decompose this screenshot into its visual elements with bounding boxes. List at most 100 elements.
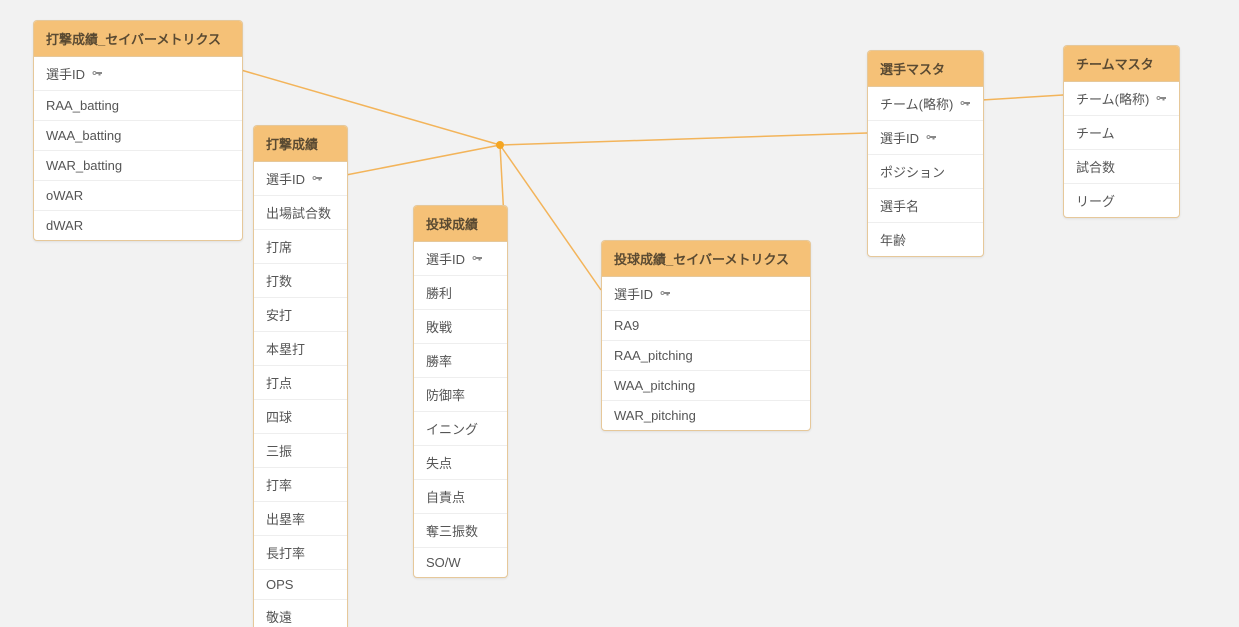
- table-header[interactable]: 選手マスタ: [868, 51, 983, 87]
- table-header[interactable]: 投球成績_セイバーメトリクス: [602, 241, 810, 277]
- column-label: 選手ID: [614, 284, 653, 303]
- column-row[interactable]: WAA_batting: [34, 120, 242, 150]
- table-batting-saber[interactable]: 打撃成績_セイバーメトリクス 選手ID RAA_batting WAA_battin…: [33, 20, 243, 241]
- column-row[interactable]: WAR_batting: [34, 150, 242, 180]
- column-label: OPS: [266, 577, 293, 592]
- column-row[interactable]: イニング: [414, 411, 507, 445]
- column-row[interactable]: 選手名: [868, 188, 983, 222]
- column-label: 三振: [266, 441, 292, 460]
- column-row[interactable]: 打数: [254, 263, 347, 297]
- column-label: 試合数: [1076, 157, 1115, 176]
- column-row[interactable]: 敬遠: [254, 599, 347, 627]
- table-team-master[interactable]: チームマスタ チーム(略称) チーム試合数リーグ: [1063, 45, 1180, 218]
- column-row[interactable]: 打席: [254, 229, 347, 263]
- column-row[interactable]: 出塁率: [254, 501, 347, 535]
- column-label: 四球: [266, 407, 292, 426]
- column-row[interactable]: チーム(略称): [1064, 82, 1179, 115]
- column-row[interactable]: 選手ID: [34, 57, 242, 90]
- column-label: 打席: [266, 237, 292, 256]
- column-label: WAR_batting: [46, 158, 122, 173]
- column-row[interactable]: 安打: [254, 297, 347, 331]
- column-row[interactable]: 勝率: [414, 343, 507, 377]
- column-label: RA9: [614, 318, 639, 333]
- column-row[interactable]: RA9: [602, 310, 810, 340]
- column-label: 選手ID: [426, 249, 465, 268]
- column-label: RAA_pitching: [614, 348, 693, 363]
- column-row[interactable]: 打点: [254, 365, 347, 399]
- column-row[interactable]: 試合数: [1064, 149, 1179, 183]
- column-row[interactable]: 選手ID: [868, 120, 983, 154]
- diagram-canvas[interactable]: 打撃成績_セイバーメトリクス 選手ID RAA_batting WAA_battin…: [0, 0, 1239, 627]
- column-label: 出塁率: [266, 509, 305, 528]
- column-label: 防御率: [426, 385, 465, 404]
- table-batting[interactable]: 打撃成績 選手ID出場試合数打席打数安打本塁打打点四球三振打率出塁率長打率 OPS…: [253, 125, 348, 627]
- key-icon: [659, 288, 671, 300]
- column-label: 選手名: [880, 196, 919, 215]
- table-pitching[interactable]: 投球成績 選手ID 勝利敗戦勝率防御率イニング失点自責点奪三振数 SO/W: [413, 205, 508, 578]
- column-label: oWAR: [46, 188, 83, 203]
- column-label: 年齢: [880, 230, 906, 249]
- column-row[interactable]: 本塁打: [254, 331, 347, 365]
- key-icon: [925, 132, 937, 144]
- column-label: チーム(略称): [1076, 89, 1149, 108]
- column-label: 勝利: [426, 283, 452, 302]
- column-label: リーグ: [1076, 191, 1115, 210]
- column-label: RAA_batting: [46, 98, 119, 113]
- column-row[interactable]: 選手ID: [414, 242, 507, 275]
- column-label: SO/W: [426, 555, 461, 570]
- column-row[interactable]: SO/W: [414, 547, 507, 577]
- key-icon: [1155, 93, 1167, 105]
- column-row[interactable]: oWAR: [34, 180, 242, 210]
- column-row[interactable]: 防御率: [414, 377, 507, 411]
- column-label: 打率: [266, 475, 292, 494]
- relationship-hub-dot: [496, 141, 504, 149]
- column-row[interactable]: 長打率: [254, 535, 347, 569]
- table-header[interactable]: 打撃成績_セイバーメトリクス: [34, 21, 242, 57]
- table-player-master[interactable]: 選手マスタ チーム(略称) 選手ID ポジション選手名年齢: [867, 50, 984, 257]
- column-row[interactable]: 四球: [254, 399, 347, 433]
- column-label: 選手ID: [880, 128, 919, 147]
- column-row[interactable]: 打率: [254, 467, 347, 501]
- column-label: チーム(略称): [880, 94, 953, 113]
- column-label: 勝率: [426, 351, 452, 370]
- table-header[interactable]: チームマスタ: [1064, 46, 1179, 82]
- column-row[interactable]: dWAR: [34, 210, 242, 240]
- column-row[interactable]: 失点: [414, 445, 507, 479]
- column-row[interactable]: WAR_pitching: [602, 400, 810, 430]
- column-label: 安打: [266, 305, 292, 324]
- key-icon: [471, 253, 483, 265]
- key-icon: [91, 68, 103, 80]
- key-icon: [311, 173, 323, 185]
- column-label: WAA_pitching: [614, 378, 695, 393]
- column-row[interactable]: 選手ID: [254, 162, 347, 195]
- column-label: イニング: [426, 419, 478, 438]
- table-pitching-saber[interactable]: 投球成績_セイバーメトリクス 選手ID RA9 RAA_pitching WAA_pi…: [601, 240, 811, 431]
- column-row[interactable]: WAA_pitching: [602, 370, 810, 400]
- key-icon: [959, 98, 971, 110]
- column-row[interactable]: 奪三振数: [414, 513, 507, 547]
- column-row[interactable]: 選手ID: [602, 277, 810, 310]
- column-row[interactable]: 年齢: [868, 222, 983, 256]
- column-row[interactable]: 勝利: [414, 275, 507, 309]
- column-row[interactable]: ポジション: [868, 154, 983, 188]
- column-row[interactable]: RAA_batting: [34, 90, 242, 120]
- column-row[interactable]: 出場試合数: [254, 195, 347, 229]
- column-label: WAR_pitching: [614, 408, 696, 423]
- column-label: WAA_batting: [46, 128, 121, 143]
- column-label: チーム: [1076, 123, 1115, 142]
- column-label: 打点: [266, 373, 292, 392]
- column-row[interactable]: 自責点: [414, 479, 507, 513]
- table-header[interactable]: 投球成績: [414, 206, 507, 242]
- column-row[interactable]: リーグ: [1064, 183, 1179, 217]
- column-row[interactable]: チーム: [1064, 115, 1179, 149]
- column-label: dWAR: [46, 218, 83, 233]
- column-row[interactable]: OPS: [254, 569, 347, 599]
- column-label: 本塁打: [266, 339, 305, 358]
- table-header[interactable]: 打撃成績: [254, 126, 347, 162]
- column-row[interactable]: 三振: [254, 433, 347, 467]
- column-row[interactable]: RAA_pitching: [602, 340, 810, 370]
- column-label: 選手ID: [46, 64, 85, 83]
- column-row[interactable]: 敗戦: [414, 309, 507, 343]
- column-label: 失点: [426, 453, 452, 472]
- column-row[interactable]: チーム(略称): [868, 87, 983, 120]
